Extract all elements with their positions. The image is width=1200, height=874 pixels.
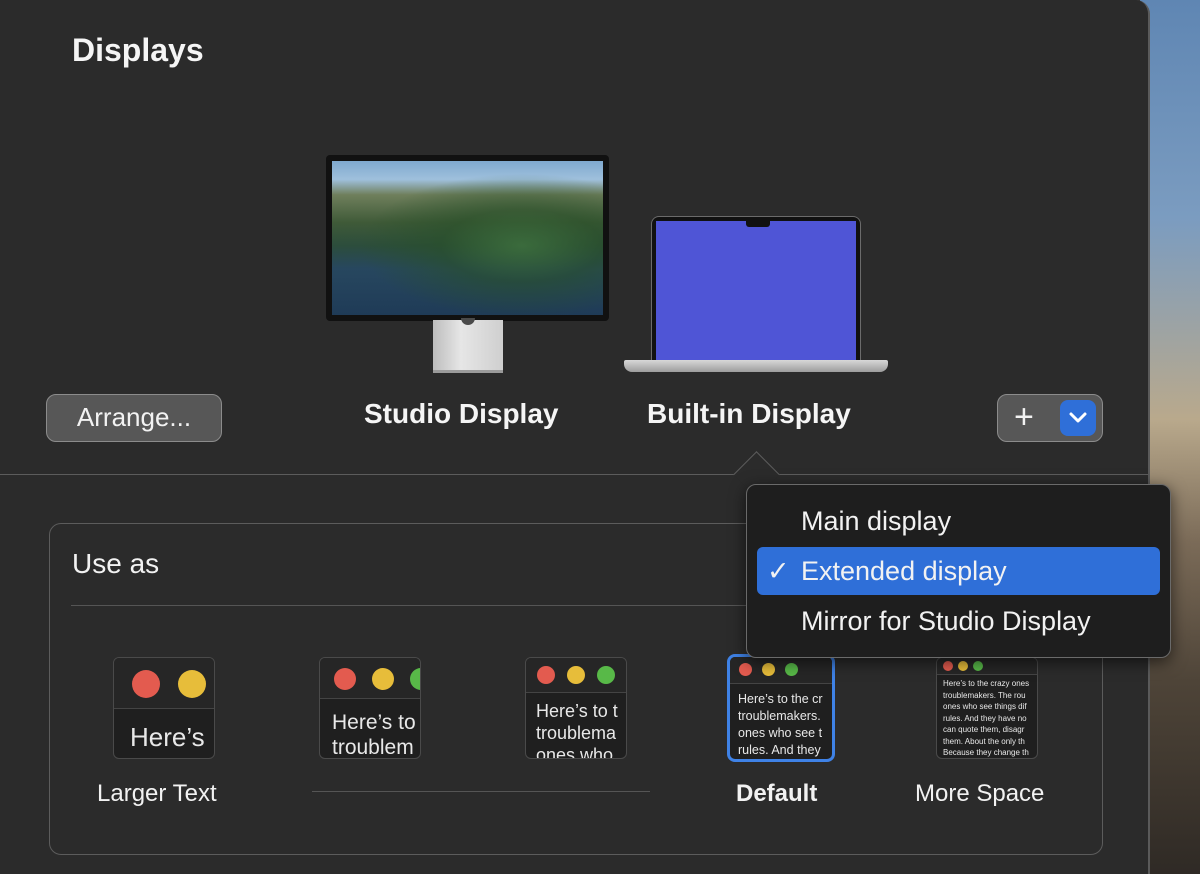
use-as-label: Use as bbox=[72, 548, 160, 579]
resolution-slider-track bbox=[312, 791, 650, 792]
resolution-option-2[interactable]: Here’s to troublem bbox=[319, 657, 421, 759]
resolution-label-larger-text: Larger Text bbox=[97, 780, 217, 807]
page-title: Displays bbox=[72, 32, 204, 68]
resolution-label-default: Default bbox=[736, 780, 818, 807]
tile-title-bar bbox=[114, 658, 214, 709]
resolution-option-larger-text[interactable]: Here’s bbox=[113, 657, 215, 759]
zoom-dot-icon bbox=[410, 668, 420, 690]
resolution-option-more-space[interactable]: Here’s to the crazy ones troublemakers. … bbox=[936, 657, 1038, 759]
plus-icon[interactable]: + bbox=[1014, 398, 1034, 436]
studio-display-label[interactable]: Studio Display bbox=[364, 398, 558, 430]
menu-item-extended-display[interactable]: ✓ Extended display bbox=[757, 547, 1160, 595]
menu-item-label: Extended display bbox=[801, 556, 1007, 586]
built-in-display-label[interactable]: Built-in Display bbox=[647, 398, 851, 430]
laptop-notch bbox=[746, 220, 770, 227]
menu-item-main-display[interactable]: Main display bbox=[757, 497, 1160, 545]
laptop-base bbox=[624, 360, 888, 372]
minimize-dot-icon bbox=[372, 668, 394, 690]
tile-preview-text: Here’s bbox=[130, 722, 205, 752]
menu-item-label: Main display bbox=[801, 506, 952, 536]
arrange-button[interactable]: Arrange... bbox=[46, 394, 222, 442]
use-as-menu: Main display ✓ Extended display Mirror f… bbox=[746, 484, 1171, 658]
tile-title-bar bbox=[937, 658, 1037, 675]
minimize-dot-icon bbox=[178, 670, 206, 698]
panel-separator bbox=[71, 605, 761, 606]
zoom-dot-icon bbox=[973, 661, 983, 671]
close-dot-icon bbox=[334, 668, 356, 690]
menu-item-mirror-for-studio-display[interactable]: Mirror for Studio Display bbox=[757, 597, 1160, 645]
add-display-control: + bbox=[997, 394, 1103, 442]
minimize-dot-icon bbox=[958, 661, 968, 671]
resolution-label-more-space: More Space bbox=[915, 780, 1045, 807]
close-dot-icon bbox=[537, 666, 555, 684]
tile-preview-text: Here’s to the cr troublemakers. ones who… bbox=[738, 692, 823, 757]
chevron-down-icon bbox=[1069, 412, 1087, 423]
close-dot-icon bbox=[943, 661, 953, 671]
displays-window: Displays Studio Display Built-in Display… bbox=[0, 0, 1150, 874]
close-dot-icon bbox=[132, 670, 160, 698]
section-divider bbox=[0, 474, 1148, 475]
tile-title-bar bbox=[320, 658, 420, 699]
laptop-screen bbox=[656, 220, 856, 362]
studio-display-monitor[interactable] bbox=[326, 155, 609, 321]
close-dot-icon bbox=[739, 663, 752, 676]
studio-display-wallpaper bbox=[332, 161, 603, 315]
resolution-option-3[interactable]: Here’s to t troublema ones who bbox=[525, 657, 627, 759]
add-display-dropdown-button[interactable] bbox=[1060, 400, 1096, 436]
minimize-dot-icon bbox=[762, 663, 775, 676]
tile-preview-text: Here’s to troublem bbox=[332, 711, 416, 759]
minimize-dot-icon bbox=[567, 666, 585, 684]
zoom-dot-icon bbox=[785, 663, 798, 676]
laptop-lid[interactable] bbox=[651, 216, 861, 362]
tile-preview-text: Here’s to t troublema ones who bbox=[536, 701, 618, 759]
tile-title-bar bbox=[730, 657, 832, 684]
tile-preview-text: Here’s to the crazy ones troublemakers. … bbox=[943, 679, 1030, 757]
zoom-dot-icon bbox=[597, 666, 615, 684]
studio-display-stand bbox=[433, 320, 503, 373]
checkmark-icon: ✓ bbox=[767, 556, 790, 586]
menu-item-label: Mirror for Studio Display bbox=[801, 606, 1091, 636]
resolution-option-default[interactable]: Here’s to the cr troublemakers. ones who… bbox=[727, 654, 835, 762]
tile-title-bar bbox=[526, 658, 626, 693]
